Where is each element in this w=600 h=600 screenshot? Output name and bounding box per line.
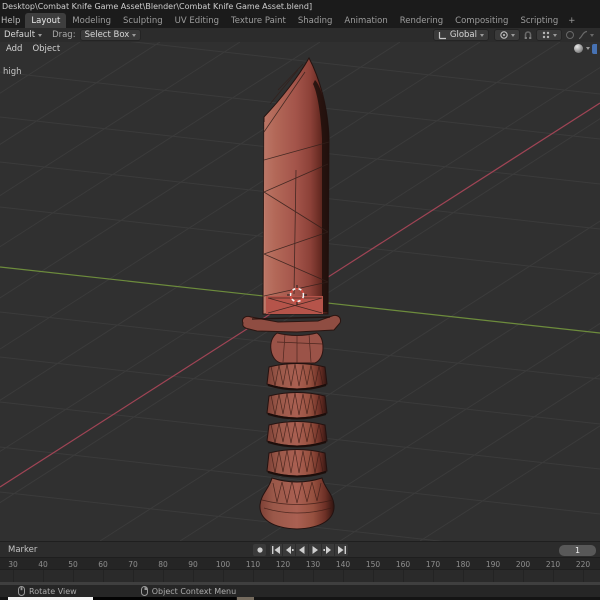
current-frame-field[interactable]: 1 [559, 544, 596, 556]
snap-target-dropdown[interactable] [536, 29, 562, 41]
blender-window: Desktop\Combat Knife Game Asset\Blender\… [0, 0, 600, 600]
ruler-tick: 30 [8, 559, 18, 569]
active-object-label: high [3, 67, 22, 77]
ruler-tick: 100 [215, 559, 231, 569]
dropdown-caret-icon [480, 33, 484, 37]
editor-corner-icon [592, 43, 597, 54]
tab-layout[interactable]: Layout [25, 13, 67, 28]
proportional-editing-toggle[interactable] [565, 30, 575, 40]
ruler-tick: 180 [455, 559, 471, 569]
window-title: Desktop\Combat Knife Game Asset\Blender\… [2, 2, 313, 11]
ruler-tick: 190 [485, 559, 501, 569]
proportional-falloff-dropdown[interactable] [578, 30, 594, 40]
timeline-header: Marker 1 [0, 541, 600, 557]
tab-modeling[interactable]: Modeling [66, 13, 117, 28]
ruler-tick: 40 [38, 559, 48, 569]
menu-object[interactable]: Object [32, 44, 60, 54]
mouse-right-click-icon [140, 586, 148, 596]
tool-preset-dropdown[interactable]: Default [0, 29, 46, 41]
ruler-tick: 120 [275, 559, 291, 569]
jump-to-end-button[interactable] [335, 544, 348, 556]
menu-help[interactable]: Help [0, 14, 25, 28]
play-button[interactable] [309, 544, 322, 556]
menu-marker[interactable]: Marker [0, 545, 45, 555]
play-reverse-button[interactable] [296, 544, 309, 556]
ruler-tick: 50 [68, 559, 78, 569]
tab-shading[interactable]: Shading [292, 13, 339, 28]
menu-add[interactable]: Add [6, 44, 22, 54]
timeline-ruler[interactable]: 30 40 50 60 70 80 90 100 110 120 130 140… [0, 557, 600, 569]
tab-scripting[interactable]: Scripting [514, 13, 564, 28]
tab-texture-paint[interactable]: Texture Paint [225, 13, 292, 28]
dropdown-caret-icon [132, 33, 137, 37]
auto-keyframe-button[interactable] [253, 544, 266, 556]
ruler-tick: 90 [188, 559, 198, 569]
dropdown-caret-icon [590, 33, 594, 37]
ruler-tick: 80 [158, 559, 168, 569]
viewport-shading-sphere-icon[interactable] [573, 43, 584, 54]
transform-orientation-dropdown[interactable]: Global [432, 29, 489, 41]
orientation-axes-icon [438, 31, 446, 39]
ruler-tick: 130 [305, 559, 321, 569]
dropdown-caret-icon[interactable] [586, 47, 590, 50]
viewport-header: Add Object [6, 44, 60, 54]
ruler-tick: 210 [545, 559, 561, 569]
tool-settings-bar: Default Drag: Select Box Global [0, 28, 600, 42]
ruler-tick: 70 [128, 559, 138, 569]
ruler-tick: 220 [575, 559, 591, 569]
status-hint-label: Object Context Menu [151, 586, 237, 596]
snap-target-grid-icon [542, 31, 550, 39]
snap-magnet-icon [524, 31, 532, 39]
ruler-tick: 170 [425, 559, 441, 569]
tab-compositing[interactable]: Compositing [449, 13, 514, 28]
window-titlebar: Desktop\Combat Knife Game Asset\Blender\… [0, 0, 600, 14]
drag-label: Drag: [52, 30, 76, 40]
drag-tool-dropdown[interactable]: Select Box [79, 29, 142, 41]
ruler-tick: 200 [515, 559, 531, 569]
tab-uv-editing[interactable]: UV Editing [169, 13, 225, 28]
timeline-channels[interactable] [0, 569, 600, 582]
ruler-tick: 150 [365, 559, 381, 569]
tab-sculpting[interactable]: Sculpting [117, 13, 169, 28]
dropdown-caret-icon [511, 33, 515, 37]
workspace-tabbar: Help Layout Modeling Sculpting UV Editin… [0, 13, 600, 28]
previous-keyframe-button[interactable] [283, 544, 296, 556]
pivot-point-dropdown[interactable] [494, 29, 520, 41]
add-workspace-button[interactable]: + [564, 13, 579, 28]
status-hint-label: Rotate View [29, 586, 77, 596]
viewport-scene [0, 42, 600, 541]
ruler-tick: 110 [245, 559, 261, 569]
ruler-tick: 60 [98, 559, 108, 569]
ruler-tick: 160 [395, 559, 411, 569]
viewport-3d[interactable]: Add Object high [0, 42, 600, 541]
mouse-middle-drag-icon [18, 586, 25, 596]
tab-animation[interactable]: Animation [338, 13, 393, 28]
proportional-editing-icon [566, 31, 574, 39]
playback-controls [253, 544, 348, 556]
dropdown-caret-icon [553, 33, 557, 37]
snap-toggle-button[interactable] [523, 30, 533, 40]
next-keyframe-button[interactable] [322, 544, 335, 556]
jump-to-start-button[interactable] [270, 544, 283, 556]
pivot-point-icon [500, 31, 508, 39]
status-bar: Rotate View Object Context Menu [0, 585, 600, 597]
ruler-tick: 140 [335, 559, 351, 569]
dropdown-caret-icon [38, 33, 43, 37]
tab-rendering[interactable]: Rendering [394, 13, 449, 28]
falloff-curve-icon [578, 30, 588, 40]
